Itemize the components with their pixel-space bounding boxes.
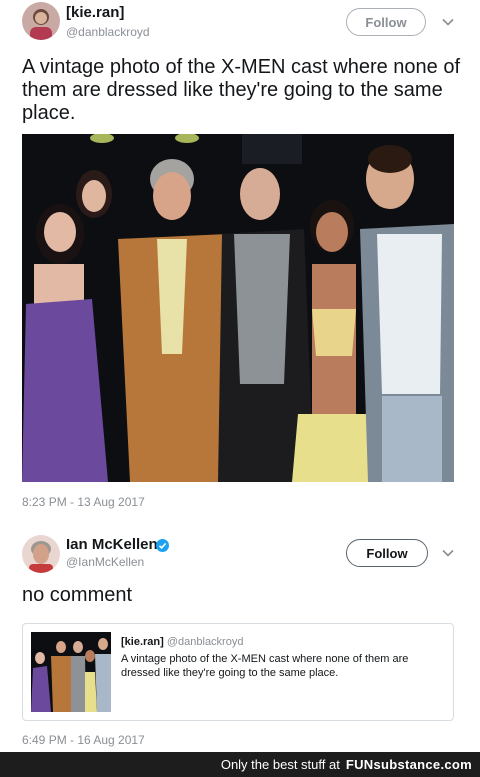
tweet-reply: Ian McKellen @IanMcKellen Follow no comm… bbox=[0, 525, 480, 757]
follow-button[interactable]: Follow bbox=[346, 8, 426, 36]
verified-badge-icon bbox=[156, 539, 169, 552]
follow-button[interactable]: Follow bbox=[346, 539, 428, 567]
quoted-name-text: [kie.ran] bbox=[121, 636, 164, 648]
tweet-text: A vintage photo of the X-MEN cast where … bbox=[22, 56, 461, 124]
tweet-original: [kie.ran] @danblackroyd Follow A vintage… bbox=[0, 0, 480, 512]
quoted-handle: @danblackroyd bbox=[166, 636, 244, 648]
quoted-tweet-text: A vintage photo of the X-MEN cast where … bbox=[121, 653, 409, 679]
watermark-footer: Only the best stuff at FUNsubstance.com bbox=[0, 752, 480, 777]
avatar[interactable] bbox=[22, 2, 60, 40]
chevron-down-icon[interactable] bbox=[441, 15, 455, 29]
user-handle[interactable]: @IanMcKellen bbox=[66, 555, 144, 569]
display-name[interactable]: Ian McKellen bbox=[66, 536, 158, 553]
avatar[interactable] bbox=[22, 535, 60, 573]
footer-brand[interactable]: FUNsubstance.com bbox=[346, 757, 472, 772]
display-name[interactable]: [kie.ran] bbox=[66, 4, 124, 21]
chevron-down-icon[interactable] bbox=[441, 546, 455, 560]
tweet-timestamp[interactable]: 8:23 PM - 13 Aug 2017 bbox=[22, 495, 145, 509]
user-handle[interactable]: @danblackroyd bbox=[66, 25, 150, 39]
quoted-tweet-thumbnail bbox=[31, 632, 111, 712]
quoted-display-name: [kie.ran] @danblackroyd bbox=[121, 636, 243, 648]
quoted-tweet[interactable]: [kie.ran] @danblackroyd A vintage photo … bbox=[22, 623, 454, 721]
footer-prefix: Only the best stuff at bbox=[220, 757, 340, 772]
tweet-text: no comment bbox=[22, 584, 133, 606]
tweet-timestamp[interactable]: 6:49 PM - 16 Aug 2017 bbox=[22, 733, 145, 747]
tweet-photo[interactable] bbox=[22, 134, 454, 482]
